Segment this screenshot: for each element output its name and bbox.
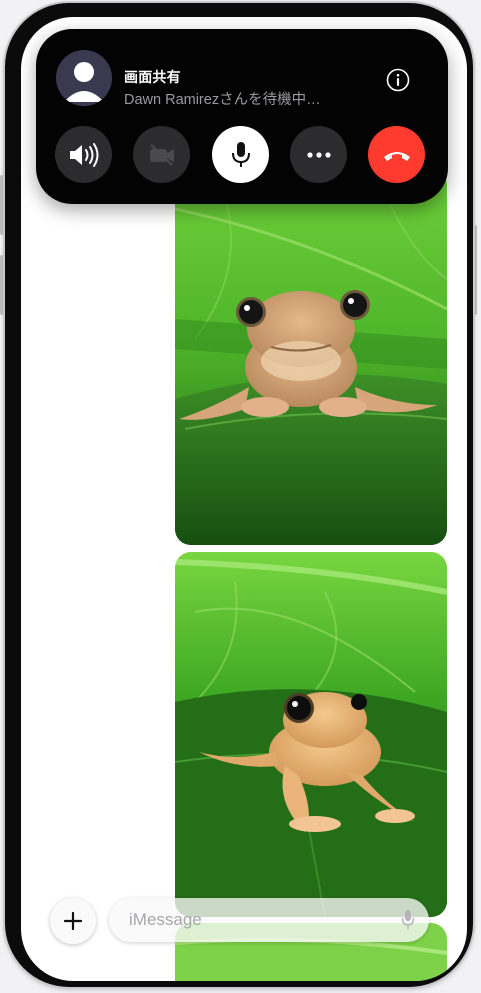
call-title: 画面共有 — [124, 69, 181, 85]
message-input[interactable] — [127, 909, 391, 931]
frog-photo-side — [175, 552, 447, 917]
speaker-icon — [69, 142, 98, 167]
phone-hangup-icon — [383, 151, 410, 161]
photo-message[interactable] — [175, 169, 447, 545]
call-status: Dawn Ramirezさんを待機中… — [124, 92, 321, 108]
video-off-icon — [149, 143, 174, 166]
avatar[interactable] — [56, 50, 112, 106]
info-button[interactable] — [386, 68, 410, 92]
info-icon — [386, 68, 410, 92]
ellipsis-icon — [306, 151, 331, 158]
side-button-right — [473, 225, 477, 315]
end-call-button[interactable] — [368, 126, 425, 183]
plus-icon — [63, 911, 83, 931]
microphone-icon — [231, 141, 250, 167]
facetime-banner[interactable]: 画面共有 Dawn Ramirezさんを待機中… — [36, 29, 448, 204]
person-icon — [64, 62, 104, 102]
camera-off-button[interactable] — [133, 126, 190, 183]
side-button-left — [0, 175, 4, 235]
add-attachment-button[interactable] — [50, 898, 96, 944]
speaker-button[interactable] — [55, 126, 112, 183]
more-button[interactable] — [290, 126, 347, 183]
mute-button[interactable] — [212, 126, 269, 183]
message-input-container[interactable] — [109, 898, 429, 942]
frog-photo-front — [175, 169, 447, 545]
photo-message[interactable] — [175, 552, 447, 917]
side-button-left-2 — [0, 255, 4, 315]
dictation-mic-icon[interactable] — [401, 909, 415, 931]
